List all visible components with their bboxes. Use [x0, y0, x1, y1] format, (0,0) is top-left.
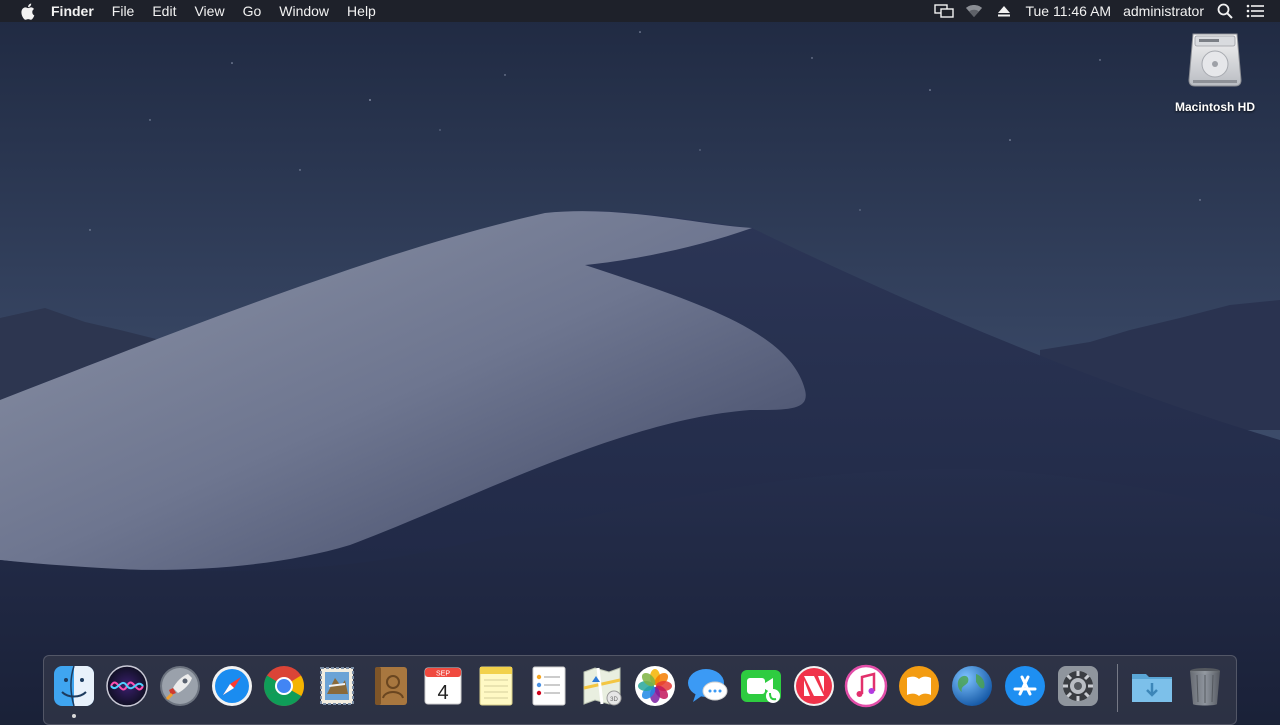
app-store-icon	[1005, 666, 1045, 706]
globe-icon	[952, 666, 992, 706]
dock-downloads[interactable]	[1130, 664, 1174, 708]
dock-separator	[1117, 664, 1118, 712]
dock-maps[interactable]: 3D	[580, 664, 624, 708]
dock-calendar[interactable]: SEP 4	[421, 664, 465, 708]
app-menu-finder[interactable]: Finder	[42, 0, 103, 22]
apple-menu-icon[interactable]	[20, 2, 36, 20]
dock-app-store[interactable]	[1003, 664, 1047, 708]
dock-finder[interactable]	[52, 664, 96, 708]
dock-reminders[interactable]	[527, 664, 571, 708]
display-mirroring-icon[interactable]	[933, 0, 955, 22]
safari-icon	[212, 666, 252, 706]
contacts-icon	[375, 667, 407, 705]
eject-icon[interactable]	[993, 0, 1015, 22]
dock-itunes[interactable]	[844, 664, 888, 708]
desktop-wallpaper	[0, 0, 1280, 720]
mail-icon	[320, 667, 354, 705]
facetime-icon	[741, 670, 781, 703]
chrome-icon	[264, 666, 304, 706]
dock-contacts[interactable]	[368, 664, 412, 708]
dock-photos[interactable]	[633, 664, 677, 708]
dock: SEP 4 3D	[43, 655, 1237, 725]
menu-go[interactable]: Go	[234, 0, 271, 22]
svg-text:3D: 3D	[610, 697, 618, 703]
dock-books[interactable]	[897, 664, 941, 708]
menu-file[interactable]: File	[103, 0, 144, 22]
system-preferences-icon	[1058, 666, 1098, 706]
launchpad-icon	[160, 666, 200, 706]
menu-help[interactable]: Help	[338, 0, 385, 22]
calendar-day: 4	[437, 682, 448, 704]
news-icon	[794, 666, 834, 706]
finder-icon	[54, 665, 94, 707]
dock-siri[interactable]	[105, 664, 149, 708]
itunes-icon	[844, 664, 888, 708]
reminders-icon	[532, 666, 566, 706]
dock-mail[interactable]	[315, 664, 359, 708]
dock-news[interactable]	[792, 664, 836, 708]
running-indicator	[72, 714, 76, 718]
menu-window[interactable]: Window	[270, 0, 338, 22]
dock-notes[interactable]	[474, 664, 518, 708]
photos-icon	[635, 666, 675, 706]
calendar-icon: SEP 4	[424, 667, 462, 705]
dock-trash[interactable]	[1183, 664, 1227, 708]
notification-center-icon[interactable]	[1244, 0, 1266, 22]
hard-drive-icon	[1185, 30, 1245, 90]
messages-icon	[688, 669, 728, 702]
menu-bar: Finder File Edit View Go Window Help Tue…	[0, 0, 1280, 22]
dock-safari[interactable]	[210, 664, 254, 708]
books-icon	[899, 666, 939, 706]
desktop-icon-macintosh-hd[interactable]: Macintosh HD	[1166, 30, 1264, 114]
spotlight-icon[interactable]	[1214, 0, 1236, 22]
desktop-icon-label: Macintosh HD	[1174, 100, 1255, 114]
trash-icon	[1190, 668, 1220, 706]
dock-facetime[interactable]	[739, 664, 783, 708]
menu-edit[interactable]: Edit	[143, 0, 185, 22]
notes-icon	[479, 666, 513, 706]
wifi-icon[interactable]	[963, 0, 985, 22]
menu-view[interactable]: View	[185, 0, 233, 22]
siri-icon	[106, 665, 148, 707]
calendar-month: SEP	[436, 671, 450, 678]
downloads-folder-icon	[1132, 674, 1172, 702]
dock-launchpad[interactable]	[158, 664, 202, 708]
menubar-clock[interactable]: Tue 11:46 AM	[1019, 0, 1117, 22]
dock-system-preferences[interactable]	[1056, 664, 1100, 708]
dock-network[interactable]	[950, 664, 994, 708]
dock-messages[interactable]	[686, 664, 730, 708]
dock-chrome[interactable]	[262, 664, 306, 708]
maps-icon: 3D	[583, 667, 622, 706]
menubar-user[interactable]: administrator	[1117, 0, 1210, 22]
